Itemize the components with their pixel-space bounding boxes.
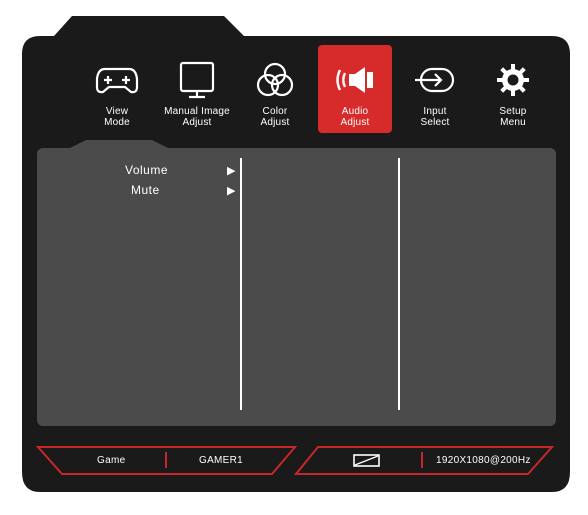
submenu-arrow-icon: ▶ [227, 165, 236, 177]
menu-item-setup-menu[interactable]: Setup Menu [476, 45, 550, 133]
column-divider [398, 158, 400, 410]
menu-item-color-adjust[interactable]: Color Adjust [238, 45, 312, 133]
status-resolution: 1920X1080@200Hz [436, 455, 531, 466]
menu-item-input-select[interactable]: Input Select [398, 45, 472, 133]
menu-item-label: Input Select [420, 106, 450, 128]
menu-item-manual-image-adjust[interactable]: Manual Image Adjust [160, 45, 234, 133]
speaker-icon [333, 58, 377, 102]
gear-icon [491, 58, 535, 102]
submenu-panel: Volume ▶ Mute ▶ [37, 148, 556, 426]
submenu-arrow-icon: ▶ [227, 185, 236, 197]
menu-item-label: Audio Adjust [340, 106, 370, 128]
status-profile: GAMER1 [199, 455, 244, 466]
menu-item-view-mode[interactable]: View Mode [80, 45, 154, 133]
submenu-item-volume[interactable]: Volume [125, 163, 168, 177]
status-mode: Game [97, 455, 126, 466]
submenu-item-mute[interactable]: Mute [131, 183, 160, 197]
menu-item-label: Color Adjust [260, 106, 290, 128]
menu-item-label: Manual Image Adjust [164, 106, 230, 128]
menu-item-audio-adjust[interactable]: Audio Adjust [318, 45, 392, 133]
aspect-ratio-icon [353, 454, 380, 467]
gamepad-icon [95, 58, 139, 102]
main-menu-bar: View Mode Manual Image Adjust Color Adju… [76, 45, 556, 133]
monitor-icon [175, 58, 219, 102]
menu-item-label: View Mode [104, 106, 130, 128]
input-arrow-icon [413, 58, 457, 102]
rgb-circles-icon [253, 58, 297, 102]
column-divider [240, 158, 242, 410]
menu-item-label: Setup Menu [499, 106, 527, 128]
